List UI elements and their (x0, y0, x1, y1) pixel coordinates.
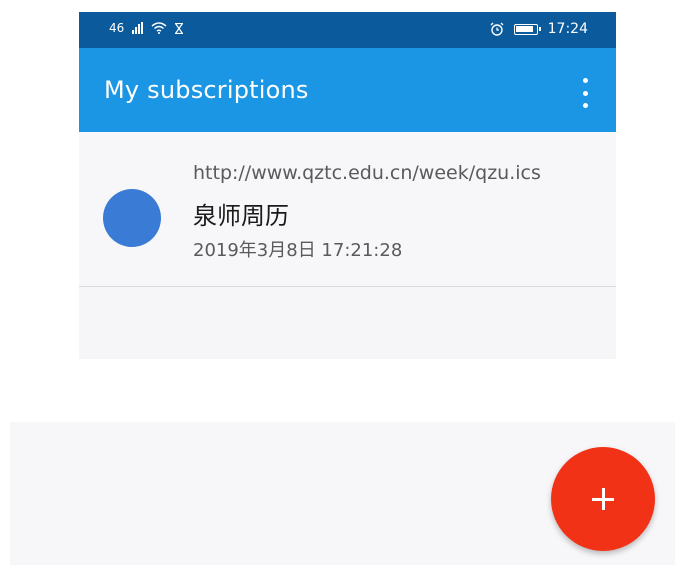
page-title: My subscriptions (104, 76, 309, 104)
add-icon (592, 488, 614, 510)
hourglass-icon (175, 22, 184, 34)
status-time: 17:24 (547, 21, 588, 37)
battery-icon (513, 23, 541, 35)
status-right: 17:24 (490, 21, 588, 37)
add-subscription-button[interactable] (551, 447, 655, 551)
network-type: 46 (109, 21, 125, 35)
subscription-url: http://www.qztc.edu.cn/week/qzu.ics (193, 162, 541, 184)
app-screen-bottom (10, 422, 675, 565)
signal-icon (132, 22, 144, 34)
subscription-date: 2019年3月8日 17:21:28 (193, 240, 403, 261)
app-screen-top: 46 17:24 My subscriptions http://www.qzt… (79, 12, 616, 359)
status-bar: 46 17:24 (79, 12, 616, 48)
subscription-name: 泉师周历 (193, 202, 289, 230)
subscription-item[interactable]: http://www.qztc.edu.cn/week/qzu.ics 泉师周历… (79, 132, 616, 287)
app-bar: My subscriptions (79, 48, 616, 132)
wifi-icon (151, 22, 167, 34)
more-vert-icon[interactable] (578, 78, 592, 108)
subscription-list: http://www.qztc.edu.cn/week/qzu.ics 泉师周历… (79, 132, 616, 287)
alarm-icon (490, 22, 504, 36)
status-left: 46 (109, 21, 184, 35)
subscription-color-dot (103, 189, 161, 247)
